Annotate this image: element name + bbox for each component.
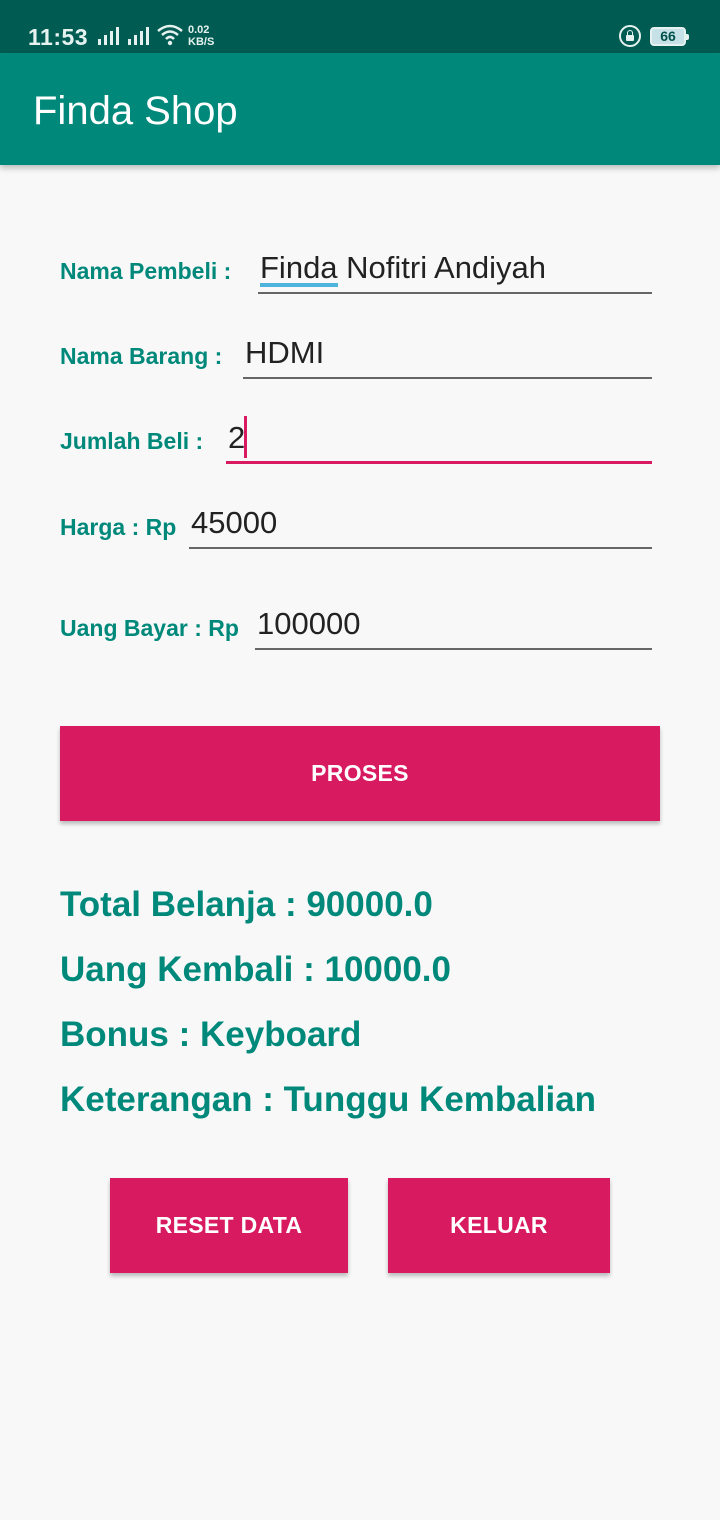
keluar-button[interactable]: KELUAR [388, 1178, 610, 1273]
uang-bayar-input[interactable] [255, 600, 652, 650]
reset-data-button[interactable]: RESET DATA [110, 1178, 348, 1273]
app-bar: Finda Shop [0, 53, 720, 165]
network-speed-value: 0.02 [188, 24, 210, 36]
network-speed: 0.02 KB/S [188, 24, 214, 48]
signal-icon [98, 27, 119, 45]
bonus-text: Bonus : Keyboard [60, 1015, 362, 1054]
battery-icon: 66 [650, 27, 689, 46]
nama-pembeli-label: Nama Pembeli : [60, 258, 232, 284]
harga-input[interactable] [189, 499, 652, 549]
uang-bayar-label: Uang Bayar : Rp [60, 615, 239, 641]
harga-label: Harga : Rp [60, 514, 177, 540]
nama-barang-label: Nama Barang : [60, 343, 223, 369]
status-time: 11:53 [28, 24, 89, 50]
app-title: Finda Shop [33, 89, 238, 133]
uang-kembali-text: Uang Kembali : 10000.0 [60, 950, 451, 989]
lock-rotation-icon [619, 25, 641, 47]
wifi-icon [157, 24, 183, 46]
nama-barang-input[interactable] [243, 329, 652, 379]
status-bar: 11:53 0.02 KB/S 66 [0, 0, 720, 53]
jumlah-beli-input[interactable] [226, 414, 652, 464]
proses-button[interactable]: PROSES [60, 726, 660, 821]
jumlah-beli-label: Jumlah Beli : [60, 428, 204, 454]
total-belanja-text: Total Belanja : 90000.0 [60, 885, 433, 924]
signal-icon [128, 27, 149, 45]
keterangan-text: Keterangan : Tunggu Kembalian [60, 1080, 597, 1119]
text-cursor [244, 416, 247, 458]
spellcheck-underline [260, 283, 338, 287]
network-speed-unit: KB/S [188, 36, 215, 48]
